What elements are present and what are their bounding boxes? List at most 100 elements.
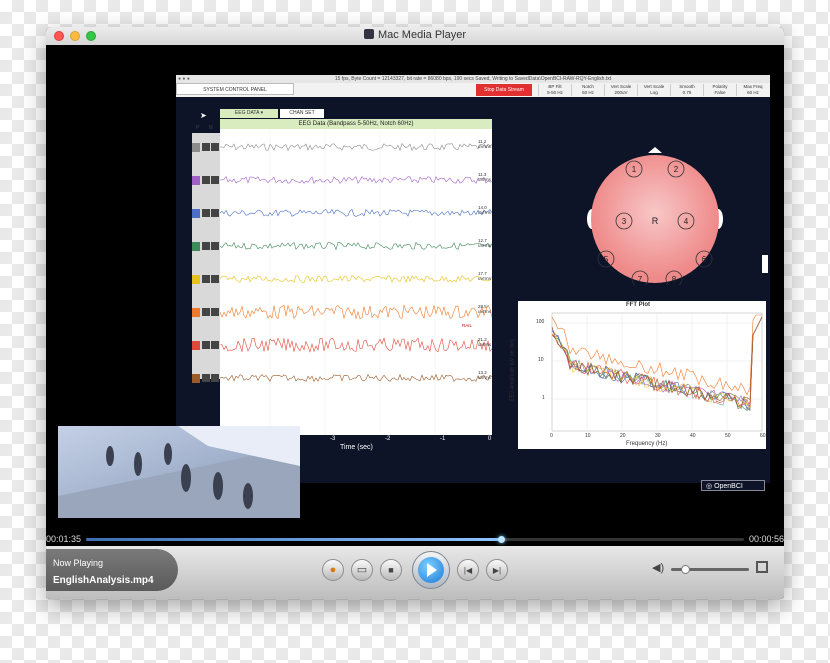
stop-icon: ■ <box>388 565 394 575</box>
channel-p-toggle[interactable] <box>202 341 210 349</box>
play-button[interactable] <box>412 551 450 589</box>
toolbar: SYSTEM CONTROL PANEL Stop Data Stream BP… <box>176 83 770 97</box>
volume-handle[interactable] <box>681 565 691 574</box>
window-title: Mac Media Player <box>46 29 784 41</box>
title-bar: Mac Media Player <box>46 27 784 46</box>
toolbar-setting-button[interactable]: Vert Scale Log <box>637 84 670 96</box>
seek-bar[interactable] <box>86 536 744 543</box>
p-label: P <box>196 125 200 131</box>
toolbar-setting-button[interactable]: BP Filt 5-50 Hz <box>538 84 571 96</box>
channel-uvrms: 14.0 uVrms <box>478 205 491 215</box>
app-status-text: 15 fps, Byte Count = 12143327, bit rate … <box>334 76 612 82</box>
channel-2-toggle[interactable] <box>192 176 200 185</box>
eeg-trace <box>220 373 492 383</box>
setting-value: Log <box>650 90 658 95</box>
eeg-trace <box>220 275 492 284</box>
channel-8-toggle[interactable] <box>192 374 200 383</box>
eeg-plot-panel: EEG Data (Bandpass 5-50Hz, Notch 60Hz) 1… <box>220 119 492 435</box>
toolbar-setting-button[interactable]: Vert Scale 200uV <box>604 84 637 96</box>
setting-value: 5-50 Hz <box>547 90 563 95</box>
tab-chan-set-label: CHAN SET <box>289 110 315 116</box>
seek-handle[interactable] <box>497 536 505 543</box>
channel-n-toggle[interactable] <box>211 308 219 316</box>
channel-n-toggle[interactable] <box>211 209 219 217</box>
fft-ytick: 10 <box>538 357 544 363</box>
open-file-button[interactable]: ▭ <box>351 559 373 581</box>
channel-p-toggle[interactable] <box>202 275 210 283</box>
channel-p-toggle[interactable] <box>202 143 210 151</box>
remaining-time: 00:00:56 <box>748 534 784 544</box>
chevron-down-icon: ▾ <box>260 110 264 116</box>
tab-eeg-data[interactable]: EEG DATA ▾ <box>220 109 278 118</box>
channel-p-toggle[interactable] <box>202 209 210 217</box>
channel-n-toggle[interactable] <box>211 176 219 184</box>
toolbar-setting-button[interactable]: Polarity False <box>703 84 736 96</box>
stop-data-stream-button[interactable]: Stop Data Stream <box>476 84 532 96</box>
channel-uvrms: 13.2 uVrms <box>478 370 491 380</box>
time-tick: -2 <box>385 436 391 442</box>
now-playing-label: Now Playing <box>53 558 104 568</box>
fft-xtick: 0 <box>550 433 553 439</box>
eeg-trace <box>220 304 492 320</box>
channel-uvrms: 12.7 uVrms <box>478 238 491 248</box>
channel-5-toggle[interactable] <box>192 275 200 284</box>
now-playing-panel: Now Playing EnglishAnalysis.mp4 <box>46 549 178 591</box>
channel-n-toggle[interactable] <box>211 275 219 283</box>
channel-n-toggle[interactable] <box>211 341 219 349</box>
channel-uvrms: 17.7 uVrms <box>478 271 491 281</box>
n-label: N <box>209 125 213 131</box>
volume-icon[interactable]: ◀) <box>652 561 664 574</box>
channel-7-toggle[interactable] <box>192 341 200 350</box>
eeg-trace <box>220 337 492 353</box>
electrode-label: 1 <box>632 165 637 174</box>
channel-uvrms: 28.5 uVrms <box>478 304 491 314</box>
system-control-panel-button[interactable]: SYSTEM CONTROL PANEL <box>176 83 294 95</box>
video-area[interactable]: ● ● ● 15 fps, Byte Count = 12143327, bit… <box>46 45 784 533</box>
channel-p-toggle[interactable] <box>202 176 210 184</box>
app-window-lights: ● ● ● <box>178 76 190 82</box>
toolbar-setting-button[interactable]: Max Freq 60 Hz <box>736 84 769 96</box>
channel-4-toggle[interactable] <box>192 242 200 251</box>
media-player-window: Mac Media Player ● ● ● 15 fps, Byte Coun… <box>46 27 784 599</box>
next-button[interactable]: ▶| <box>486 559 508 581</box>
electrode-label: 6 <box>702 255 707 264</box>
fft-ytick: 1 <box>542 395 545 401</box>
time-tick: 0 <box>488 436 492 442</box>
side-handle[interactable] <box>762 255 768 273</box>
tab-chan-set[interactable]: CHAN SET <box>280 109 324 118</box>
window-title-text: Mac Media Player <box>377 29 467 41</box>
channel-n-toggle[interactable] <box>211 374 219 382</box>
head-plot: 1 2 3 4 5 6 7 8 R <box>587 147 723 285</box>
fft-ylabel: EEG Amplitude (uV per bin) <box>509 339 516 401</box>
channel-n-toggle[interactable] <box>211 143 219 151</box>
volume-slider[interactable] <box>671 565 749 574</box>
toolbar-setting-button[interactable]: Notch 60 Hz <box>571 84 604 96</box>
fft-xtick: 30 <box>655 433 661 439</box>
play-icon-bg <box>418 557 444 583</box>
channel-p-toggle[interactable] <box>202 374 210 382</box>
channel-n-toggle[interactable] <box>211 242 219 250</box>
skip-back-icon: |◀ <box>463 566 473 575</box>
picture-in-picture-video[interactable] <box>58 426 300 518</box>
electrode-label: 3 <box>622 217 627 226</box>
cursor-icon: ➤ <box>200 111 207 120</box>
fullscreen-button[interactable] <box>756 561 768 573</box>
setting-value: 60 Hz <box>582 90 594 95</box>
channel-1-toggle[interactable] <box>192 143 200 152</box>
toolbar-setting-button[interactable]: Smooth 0.75 <box>670 84 703 96</box>
library-button[interactable]: ● <box>322 559 344 581</box>
setting-value: 0.75 <box>682 90 692 95</box>
timeline: 00:01:35 00:00:56 <box>46 533 784 546</box>
eeg-trace <box>220 208 492 217</box>
stop-button[interactable]: ■ <box>380 559 402 581</box>
openbci-gui: ● ● ● 15 fps, Byte Count = 12143327, bit… <box>176 75 770 491</box>
fft-chart <box>551 312 763 432</box>
channel-p-toggle[interactable] <box>202 308 210 316</box>
channel-p-toggle[interactable] <box>202 242 210 250</box>
previous-button[interactable]: |◀ <box>457 559 479 581</box>
fft-plot: FFT Plot 100 10 1 0 10 20 30 40 50 60 Frequenc… <box>510 301 766 449</box>
channel-3-toggle[interactable] <box>192 209 200 218</box>
channel-uvrms: 11.2 uVrms <box>478 139 491 149</box>
fft-xtick: 60 <box>760 433 766 439</box>
channel-6-toggle[interactable] <box>192 308 200 317</box>
